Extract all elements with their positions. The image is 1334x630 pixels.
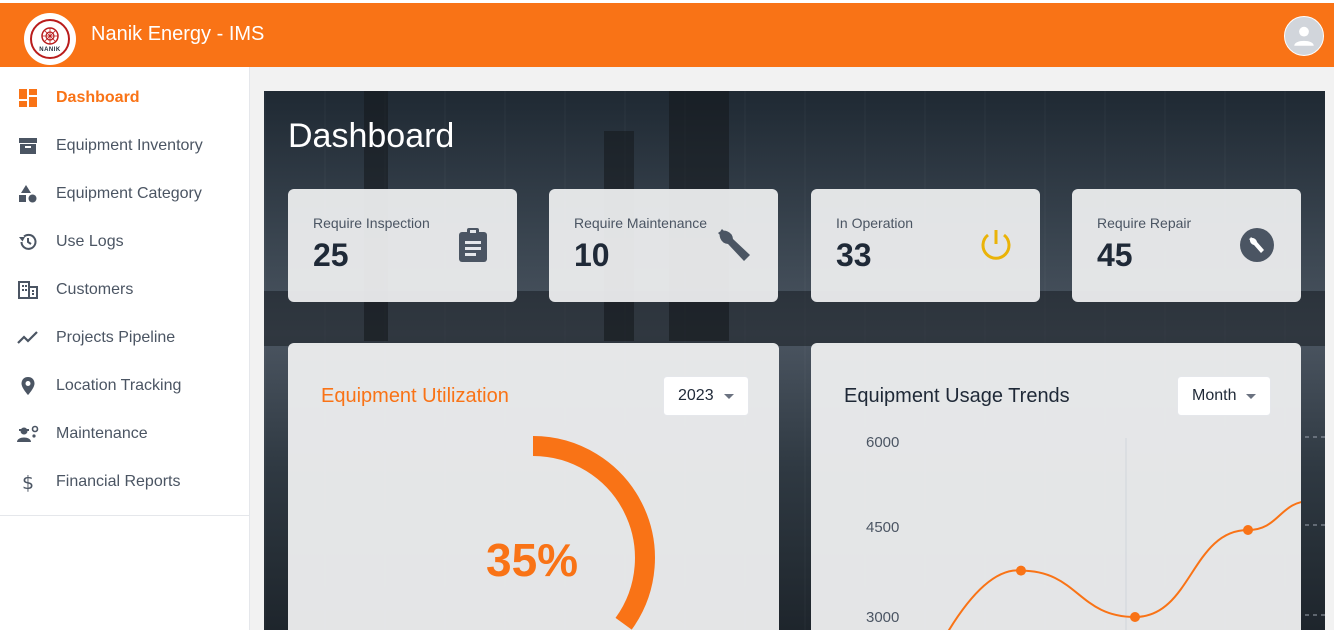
history-icon <box>17 231 39 253</box>
stat-value: 45 <box>1097 237 1133 273</box>
stat-value: 10 <box>574 237 610 273</box>
usage-data-point[interactable] <box>1130 612 1140 622</box>
power-icon <box>976 225 1016 265</box>
building-icon <box>17 279 39 301</box>
usage-trend-line <box>947 501 1301 630</box>
sidebar-item-financial-reports[interactable]: $ Financial Reports <box>0 458 249 506</box>
category-icon <box>17 183 39 205</box>
top-app-bar: NANIK Nanik Energy - IMS <box>0 0 1334 67</box>
page-title: Dashboard <box>288 117 455 155</box>
sidebar-item-use-logs[interactable]: Use Logs <box>0 218 249 266</box>
stat-card-maintenance[interactable]: Require Maintenance 10 <box>549 189 778 302</box>
location-pin-icon <box>17 375 39 397</box>
sidebar-item-label: Use Logs <box>56 233 124 250</box>
wrench-icon <box>714 225 754 265</box>
sidebar-item-equipment-inventory[interactable]: Equipment Inventory <box>0 122 249 170</box>
sidebar-item-label: Dashboard <box>56 89 140 106</box>
sidebar-item-location-tracking[interactable]: Location Tracking <box>0 362 249 410</box>
engineer-icon <box>17 423 39 445</box>
sidebar-item-dashboard[interactable]: Dashboard <box>0 74 249 122</box>
stat-label: Require Maintenance <box>574 215 708 231</box>
sidebar-item-label: Projects Pipeline <box>56 329 176 346</box>
sidebar-item-equipment-category[interactable]: Equipment Category <box>0 170 249 218</box>
stat-card-inspection[interactable]: Require Inspection 25 <box>288 189 517 302</box>
utilization-percent: 35% <box>486 534 579 586</box>
sidebar-item-maintenance[interactable]: Maintenance <box>0 410 249 458</box>
dollar-icon: $ <box>17 471 39 493</box>
stat-card-repair[interactable]: Require Repair 45 <box>1072 189 1301 302</box>
sidebar-item-label: Maintenance <box>56 425 148 442</box>
trend-icon <box>17 327 39 349</box>
usage-data-point[interactable] <box>1016 565 1026 576</box>
utilization-panel: Equipment Utilization 2023 35% <box>288 343 779 630</box>
sidebar-item-label: Customers <box>56 281 134 298</box>
sidebar-item-customers[interactable]: Customers <box>0 266 249 314</box>
repair-badge-icon <box>1237 225 1277 265</box>
chart-overflow-edge <box>1305 343 1325 630</box>
sidebar-item-label: Equipment Category <box>56 185 202 202</box>
usage-trends-panel: Equipment Usage Trends Month 6000 4500 3… <box>811 343 1301 630</box>
person-icon <box>1294 26 1314 46</box>
archive-icon <box>17 135 39 157</box>
app-title: Nanik Energy - IMS <box>91 23 265 45</box>
stat-label: Require Inspection <box>313 215 430 231</box>
dashboard-main: Dashboard Require Inspection 25 Require … <box>264 91 1325 630</box>
sidebar-item-projects-pipeline[interactable]: Projects Pipeline <box>0 314 249 362</box>
usage-trends-chart <box>947 438 1301 630</box>
dashboard-icon <box>17 87 39 109</box>
stat-value: 33 <box>836 237 872 273</box>
svg-text:$: $ <box>22 472 34 493</box>
sidebar: Dashboard Equipment Inventory Equipment … <box>0 67 250 630</box>
stat-label: Require Repair <box>1097 215 1192 231</box>
logo-emblem: NANIK <box>30 19 70 59</box>
stat-label: In Operation <box>836 215 914 231</box>
company-logo[interactable]: NANIK <box>24 13 76 65</box>
sidebar-item-label: Location Tracking <box>56 377 182 394</box>
logo-text: NANIK <box>39 46 61 53</box>
sidebar-item-label: Equipment Inventory <box>56 137 203 154</box>
usage-data-point[interactable] <box>1243 525 1253 535</box>
stat-card-in-operation[interactable]: In Operation 33 <box>811 189 1040 302</box>
sidebar-item-label: Financial Reports <box>56 473 181 490</box>
clipboard-icon <box>453 225 493 265</box>
sidebar-divider <box>0 515 249 516</box>
stat-value: 25 <box>313 237 349 273</box>
logo-mandala-icon <box>41 26 59 45</box>
user-avatar[interactable] <box>1284 16 1324 56</box>
